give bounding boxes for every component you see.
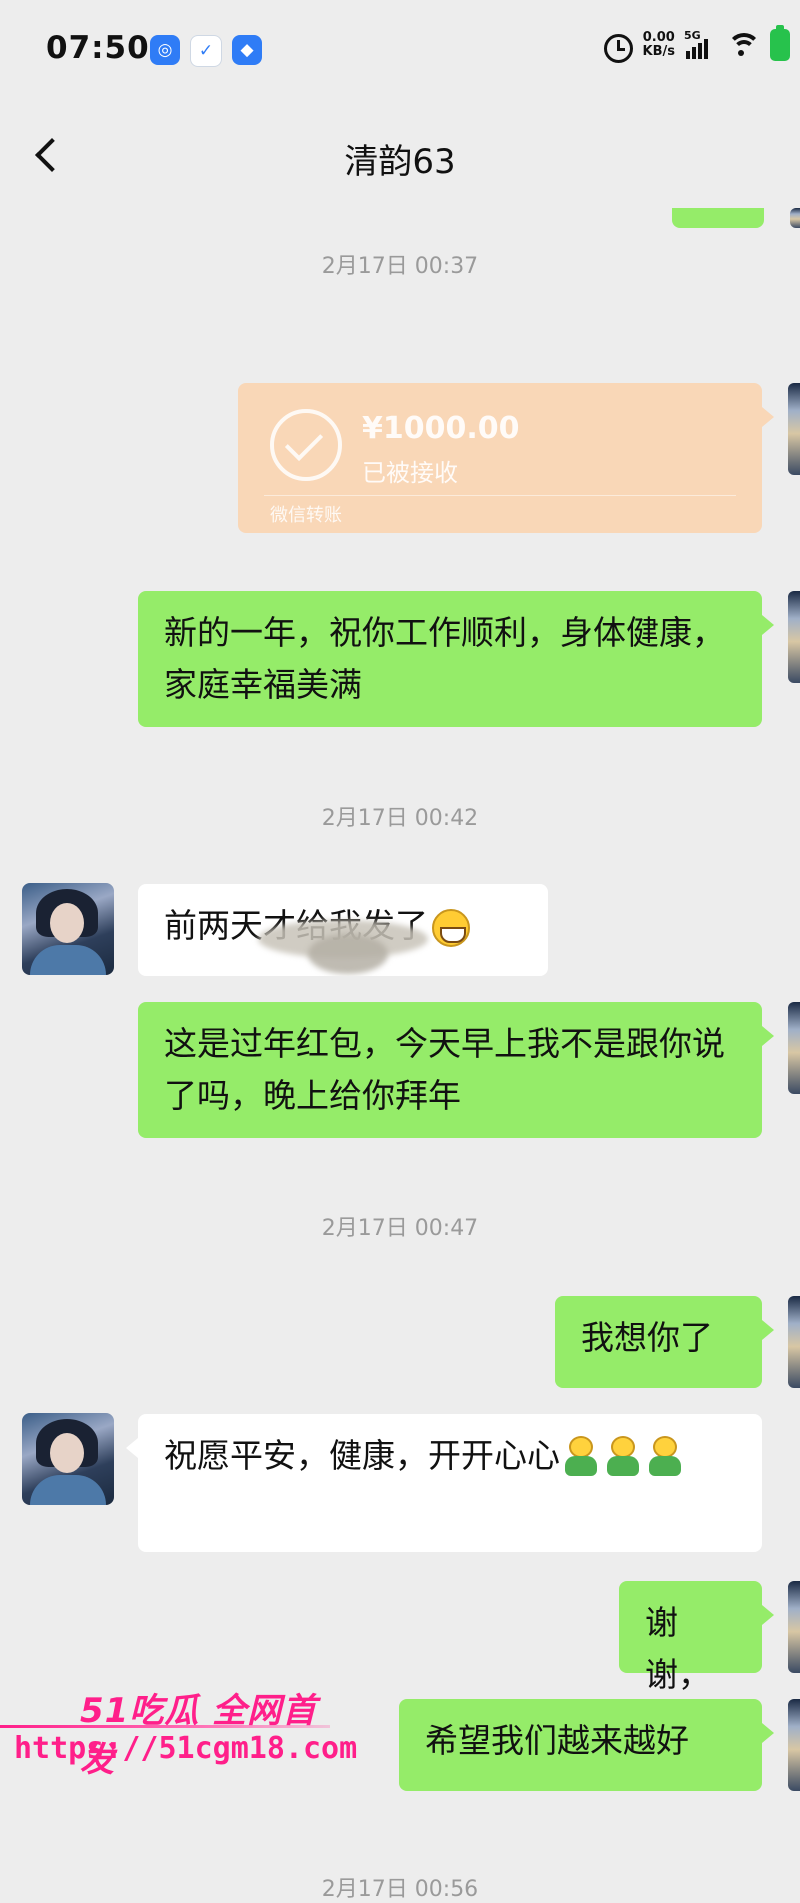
- doll-emoji-icon: [562, 1435, 600, 1480]
- message-text: 谢谢，: [645, 1603, 711, 1694]
- message-text: 祝愿平安，健康，开开心心: [164, 1436, 560, 1475]
- chat-messages[interactable]: 2月17日 00:37 ¥1000.00 已被接收 微信转账 新的一年，祝你工作…: [0, 208, 800, 1903]
- transfer-card[interactable]: ¥1000.00 已被接收 微信转账: [238, 383, 774, 533]
- notification-icons: ◎ ✓ ◆: [150, 35, 262, 67]
- watermark: 51吃瓜 全网首发 https://51cgm18.com: [0, 1683, 357, 1793]
- avatar[interactable]: [788, 1296, 800, 1388]
- chat-title: 清韵63: [344, 142, 456, 182]
- redaction-smudge: [308, 934, 388, 974]
- app-notification-icon: ◎: [150, 35, 180, 65]
- battery-icon: [770, 25, 790, 61]
- watermark-underline: [0, 1725, 330, 1728]
- app-notification-icon: ◆: [232, 35, 262, 65]
- message-timestamp: 2月17日 00:47: [321, 1216, 479, 1241]
- avatar[interactable]: [790, 208, 800, 228]
- message-text: 希望我们越来越好: [425, 1721, 689, 1760]
- status-bar: 07:50 ◎ ✓ ◆ 0.00 KB/s 5G: [0, 0, 800, 104]
- net-speed-value: 0.00: [642, 30, 675, 45]
- net-speed: 0.00 KB/s: [643, 31, 675, 59]
- net-speed-unit: KB/s: [642, 44, 675, 59]
- chat-header: 清韵63: [0, 104, 800, 208]
- transfer-footer: 微信转账: [270, 505, 342, 526]
- message-timestamp: 2月17日 00:37: [321, 254, 479, 279]
- avatar[interactable]: [788, 1581, 800, 1673]
- check-circle-icon: [270, 409, 342, 481]
- doll-emoji-icon: [646, 1435, 684, 1480]
- status-time: 07:50: [46, 30, 150, 66]
- watermark-url: https://51cgm18.com: [14, 1731, 358, 1766]
- doll-emoji-icon: [604, 1435, 642, 1480]
- wifi-icon: [727, 31, 761, 59]
- alarm-icon: [600, 28, 634, 63]
- avatar[interactable]: [22, 883, 114, 975]
- grinning-face-emoji-icon: [432, 908, 470, 947]
- message-bubble[interactable]: 希望我们越来越好: [399, 1699, 774, 1791]
- app-notification-icon: ✓: [190, 35, 222, 67]
- message-timestamp: 2月17日 00:56: [321, 1877, 479, 1902]
- message-text: 我想你了: [581, 1318, 713, 1357]
- divider: [264, 495, 736, 496]
- message-text: 这是过年红包，今天早上我不是跟你说了吗，晚上给你拜年: [164, 1024, 725, 1115]
- message-bubble[interactable]: 谢谢，: [619, 1581, 774, 1694]
- message-bubble[interactable]: 新的一年，祝你工作顺利，身体健康，家庭幸福美满: [138, 591, 774, 727]
- avatar[interactable]: [788, 1002, 800, 1094]
- message-bubble[interactable]: 祝愿平安，健康，开开心心: [126, 1414, 762, 1552]
- avatar[interactable]: [788, 1699, 800, 1791]
- message-text: 新的一年，祝你工作顺利，身体健康，家庭幸福美满: [164, 613, 725, 704]
- network-type: 5G: [684, 29, 701, 42]
- message-timestamp: 2月17日 00:42: [321, 806, 479, 831]
- avatar[interactable]: [788, 383, 800, 475]
- cellular-signal-icon: 5G: [684, 29, 718, 59]
- transfer-amount: ¥1000.00: [362, 411, 520, 446]
- message-bubble[interactable]: 我想你了: [555, 1296, 774, 1388]
- message-bubble-partial[interactable]: [672, 208, 764, 228]
- message-bubble[interactable]: 这是过年红包，今天早上我不是跟你说了吗，晚上给你拜年: [138, 1002, 774, 1138]
- message-bubble[interactable]: 前两天才给我发了: [138, 884, 548, 976]
- avatar[interactable]: [788, 591, 800, 683]
- transfer-status: 已被接收: [362, 459, 458, 487]
- avatar[interactable]: [22, 1413, 114, 1505]
- status-indicators: 0.00 KB/s 5G: [600, 25, 790, 63]
